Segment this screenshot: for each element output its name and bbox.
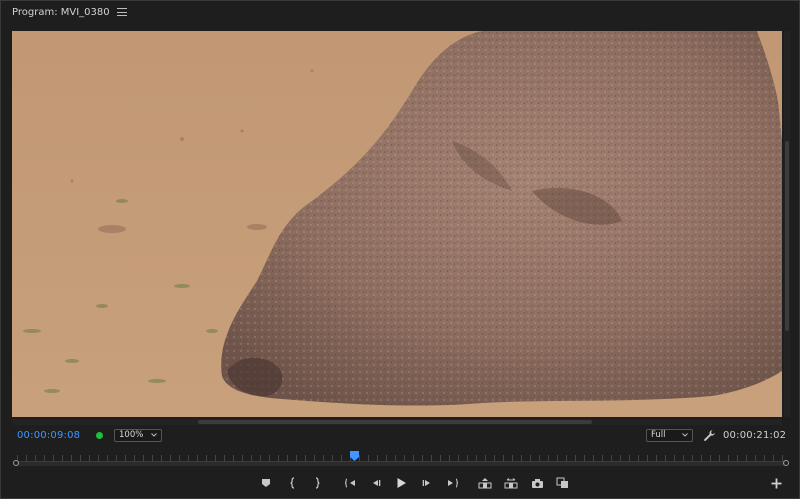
panel-header: Program: MVI_0380: [1, 1, 799, 23]
zoom-level-select[interactable]: 100%: [114, 429, 162, 442]
status-indicator-icon: [96, 432, 103, 439]
add-marker-icon: [262, 479, 270, 487]
plus-icon: [771, 478, 781, 488]
panel-title[interactable]: Program: MVI_0380: [12, 7, 110, 18]
chevron-down-icon: [151, 433, 157, 437]
chevron-down-icon: [682, 433, 688, 437]
step-back-button[interactable]: [368, 476, 382, 490]
wrench-icon[interactable]: [703, 429, 716, 442]
button-editor-button[interactable]: [769, 476, 783, 490]
step-forward-icon: [422, 480, 430, 486]
extract-button[interactable]: [504, 476, 518, 490]
add-marker-button[interactable]: [259, 476, 273, 490]
go-to-out-button[interactable]: [445, 476, 459, 490]
zoom-level-value: 100%: [119, 430, 144, 440]
video-preview[interactable]: [12, 31, 782, 417]
hamburger-menu-icon[interactable]: [116, 7, 127, 17]
time-ruler[interactable]: [11, 449, 791, 471]
playback-resolution-select[interactable]: Full: [646, 429, 693, 442]
go-to-in-icon: [344, 478, 355, 488]
play-button[interactable]: [394, 476, 408, 490]
program-monitor-panel: Program: MVI_0380 00:00:09:08 100% Full …: [0, 0, 800, 499]
vertical-scroll-thumb[interactable]: [785, 141, 789, 331]
resolution-value: Full: [651, 430, 666, 440]
mark-in-icon: [290, 477, 295, 489]
lift-button[interactable]: [478, 476, 492, 490]
mark-in-button[interactable]: [286, 476, 300, 490]
go-to-in-button[interactable]: [343, 476, 357, 490]
out-point-handle[interactable]: [783, 460, 789, 466]
go-to-out-icon: [447, 478, 458, 488]
info-row: 00:00:09:08 100% Full 00:00:21:02: [1, 427, 799, 445]
camera-icon: [531, 478, 543, 488]
horizontal-scrollbar[interactable]: [12, 419, 782, 425]
export-frame-button[interactable]: [530, 476, 544, 490]
comparison-view-button[interactable]: [555, 476, 569, 490]
lift-icon: [478, 478, 492, 489]
playhead-icon[interactable]: [350, 451, 360, 461]
playhead-timecode[interactable]: 00:00:09:08: [17, 430, 80, 441]
extract-icon: [504, 478, 518, 489]
mark-out-icon: [315, 477, 320, 489]
comparison-view-icon: [556, 477, 568, 488]
horizontal-scroll-thumb[interactable]: [198, 420, 592, 424]
vertical-scrollbar[interactable]: [784, 31, 790, 417]
transport-controls: [1, 473, 799, 493]
mark-out-button[interactable]: [310, 476, 324, 490]
play-icon: [397, 478, 406, 488]
in-point-handle[interactable]: [13, 460, 19, 466]
scrub-bar[interactable]: [17, 461, 785, 466]
duration-timecode: 00:00:21:02: [723, 430, 787, 441]
step-forward-button[interactable]: [420, 476, 434, 490]
step-back-icon: [372, 480, 380, 486]
